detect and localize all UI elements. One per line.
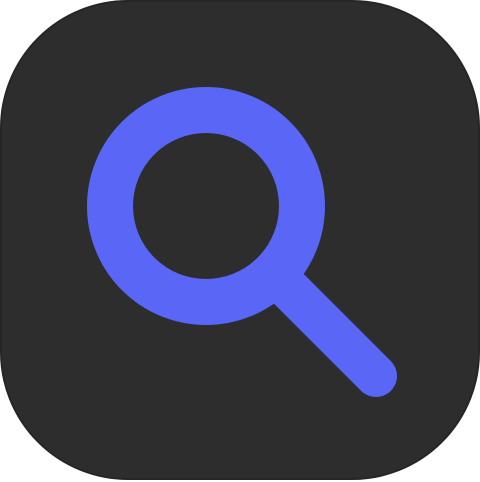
magnifier-handle xyxy=(263,263,397,397)
search-icon xyxy=(87,87,397,397)
search-app-icon[interactable] xyxy=(0,0,480,480)
